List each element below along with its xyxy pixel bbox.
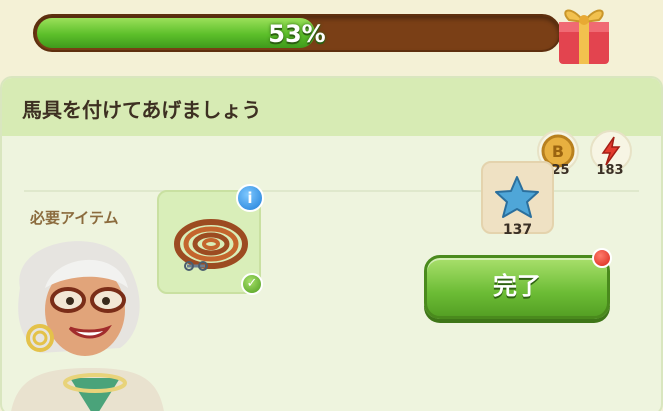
gift-box-icon[interactable] [553,0,615,66]
energy-count: 183 [596,163,624,178]
required-items-label: 必要アイテム [30,209,119,227]
progress-bar: 53% [33,14,561,52]
character-portrait [11,241,164,411]
panel-header: 馬具を付けてあげましょう [2,78,661,136]
notification-dot [592,248,612,268]
progress-percent: 53% [268,20,326,48]
complete-button[interactable]: 完了 [424,255,610,319]
reward-count: 137 [502,222,533,238]
check-icon: ✓ [241,273,263,295]
info-button[interactable]: i [236,184,264,212]
svg-text:B: B [552,142,564,161]
quest-title: 馬具を付けてあげましょう [22,98,262,122]
